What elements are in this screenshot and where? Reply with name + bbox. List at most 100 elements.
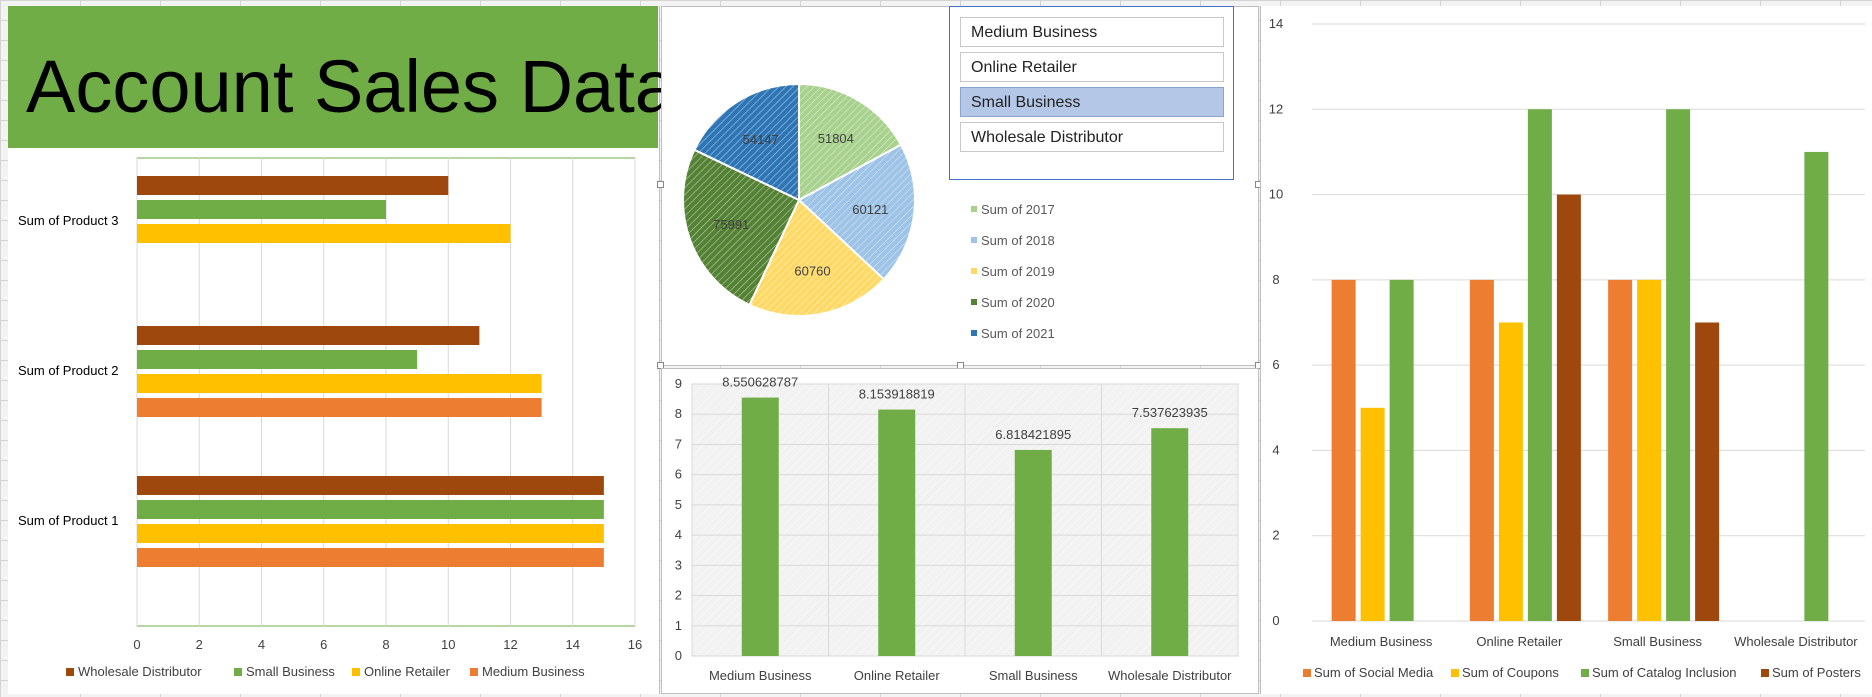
y-tick-label: 5 (675, 497, 682, 512)
legend-label: Small Business (246, 664, 335, 679)
bar (137, 500, 604, 519)
y-tick-label: 6 (675, 467, 682, 482)
legend-label: Sum of Posters (1772, 665, 1861, 680)
account-type-slicer[interactable]: Medium Business Online Retailer Small Bu… (949, 6, 1234, 180)
y-tick-label: 7 (675, 436, 682, 451)
bar (741, 397, 779, 656)
data-label: 8.550628787 (722, 375, 798, 390)
legend-swatch (470, 668, 478, 676)
slice-value-label: 60121 (852, 202, 888, 217)
x-tick-label: 0 (133, 637, 140, 652)
x-tick-label: 4 (258, 637, 265, 652)
x-tick-label: 6 (320, 637, 327, 652)
y-tick-label: 4 (1272, 442, 1279, 457)
slice-value-label: 51804 (818, 131, 854, 146)
y-tick-label: 3 (675, 557, 682, 572)
legend-label: Sum of 2017 (981, 202, 1055, 217)
bar (137, 476, 604, 495)
slice-value-label: 75991 (713, 217, 749, 232)
legend-swatch (1761, 669, 1769, 677)
x-category-label: Online Retailer (854, 668, 941, 683)
data-label: 7.537623935 (1132, 405, 1208, 420)
marketing-column-chart[interactable]: 0 2 4 6 8 10 12 14 Medium Business Online Retaile… (1260, 6, 1872, 694)
legend-swatch (971, 268, 977, 274)
legend-label: Medium Business (482, 664, 585, 679)
bar (1666, 109, 1691, 622)
bar (1556, 194, 1581, 622)
resize-handle[interactable] (657, 181, 664, 188)
legend-label: Wholesale Distributor (78, 664, 202, 679)
legend-swatch (971, 299, 977, 305)
legend-swatch (1581, 669, 1589, 677)
slice-value-label: 60760 (794, 264, 830, 279)
averages-column-chart[interactable]: 0 1 2 3 4 5 6 7 8 9 8.550628787 Medium Business 8.15… (661, 368, 1259, 694)
bar (1360, 407, 1385, 621)
y-category-label: Sum of Product 1 (18, 513, 118, 528)
bar (137, 398, 542, 417)
x-category-label: Wholesale Distributor (1734, 634, 1858, 649)
bar (137, 200, 386, 219)
y-tick-label: 9 (675, 376, 682, 391)
bar (137, 548, 604, 567)
x-category-label: Wholesale Distributor (1108, 668, 1232, 683)
x-category-label: Medium Business (1330, 634, 1433, 649)
products-bar-chart[interactable]: 0 2 4 6 8 10 12 14 16 Sum of Product 1 Sum of Prod… (8, 148, 660, 694)
bar (1498, 322, 1523, 621)
x-tick-label: 8 (382, 637, 389, 652)
y-tick-label: 1 (675, 618, 682, 633)
legend-swatch (234, 668, 242, 676)
slicer-item-wholesale-distributor[interactable]: Wholesale Distributor (960, 122, 1224, 152)
slicer-item-online-retailer[interactable]: Online Retailer (960, 52, 1224, 82)
data-label: 8.153918819 (859, 387, 935, 402)
data-label: 6.818421895 (995, 427, 1071, 442)
bar (1014, 449, 1052, 656)
legend-label: Sum of Catalog Inclusion (1592, 665, 1737, 680)
x-tick-label: 10 (441, 637, 455, 652)
legend-swatch (971, 330, 977, 336)
y-tick-label: 0 (1272, 613, 1279, 628)
bar (1331, 279, 1356, 621)
bar (137, 326, 480, 345)
y-tick-label: 2 (675, 588, 682, 603)
x-category-label: Small Business (989, 668, 1078, 683)
legend-label: Online Retailer (364, 664, 451, 679)
y-tick-label: 4 (675, 527, 682, 542)
slicer-item-small-business[interactable]: Small Business (960, 87, 1224, 117)
y-tick-label: 0 (675, 648, 682, 663)
bar (1608, 279, 1633, 621)
legend-label: Sum of 2021 (981, 326, 1055, 341)
bar (1389, 279, 1414, 621)
legend-swatch (971, 206, 977, 212)
bar (1804, 151, 1829, 621)
x-tick-label: 2 (196, 637, 203, 652)
y-tick-label: 2 (1272, 528, 1279, 543)
legend-label: Sum of 2019 (981, 264, 1055, 279)
bar (1527, 109, 1552, 622)
y-tick-label: 12 (1269, 101, 1283, 116)
bar (137, 176, 449, 195)
bar (1151, 428, 1189, 656)
legend-swatch (352, 668, 360, 676)
y-tick-label: 8 (1272, 272, 1279, 287)
page-title: Account Sales Data (26, 45, 676, 128)
y-category-label: Sum of Product 2 (18, 363, 118, 378)
legend-label: Sum of 2020 (981, 295, 1055, 310)
x-category-label: Medium Business (709, 668, 812, 683)
slice-value-label: 54147 (743, 132, 779, 147)
y-tick-label: 14 (1269, 16, 1283, 31)
bar (137, 350, 418, 369)
x-tick-label: 14 (566, 637, 580, 652)
x-tick-label: 16 (628, 637, 642, 652)
x-category-label: Small Business (1613, 634, 1702, 649)
y-tick-label: 10 (1269, 187, 1283, 202)
bar (878, 409, 916, 656)
legend-label: Sum of Social Media (1314, 665, 1434, 680)
title-banner: Account Sales Data (8, 6, 676, 148)
legend-swatch (66, 668, 74, 676)
bar (137, 224, 511, 243)
x-tick-label: 12 (503, 637, 517, 652)
y-tick-label: 6 (1272, 357, 1279, 372)
legend-label: Sum of 2018 (981, 233, 1055, 248)
x-category-label: Online Retailer (1476, 634, 1563, 649)
slicer-item-medium-business[interactable]: Medium Business (960, 17, 1224, 47)
